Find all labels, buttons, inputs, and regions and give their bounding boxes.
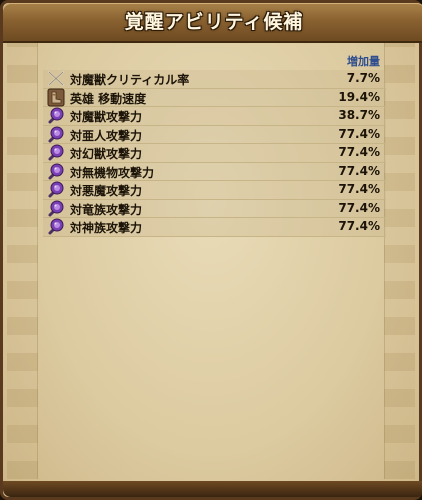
crossed-swords-icon (46, 69, 66, 88)
right-ornament (384, 43, 415, 479)
ability-panel: 増加量 対魔獣クリティカル率 7.7% 英雄 移動速度 19.4% 対魔獣攻撃力 38.7… (43, 45, 386, 237)
ability-value: 77.4% (338, 126, 380, 141)
ability-row: 対悪魔攻撃力 77.4% (43, 181, 386, 200)
ability-label: 対亜人攻撃力 (70, 128, 143, 143)
ability-list: 対魔獣クリティカル率 7.7% 英雄 移動速度 19.4% 対魔獣攻撃力 38.7% 対亜人… (43, 70, 386, 237)
purple-gem-sword-icon (46, 162, 66, 181)
ability-row: 英雄 移動速度 19.4% (43, 88, 386, 107)
purple-gem-sword-icon (46, 125, 66, 144)
ability-label: 対悪魔攻撃力 (70, 184, 143, 198)
ability-value: 7.7% (346, 71, 380, 85)
ability-label: 対無機物攻撃力 (70, 165, 155, 180)
ability-row: 対竜族攻撃力 77.4% (43, 199, 386, 218)
column-header-increase: 増加量 (347, 55, 380, 68)
ability-label: 対竜族攻撃力 (70, 202, 143, 217)
purple-gem-sword-icon (46, 217, 66, 236)
ability-value: 77.4% (338, 163, 380, 178)
ability-label: 対神族攻撃力 (70, 221, 143, 235)
dialog-header: 覚醒アビリティ候補 (3, 3, 422, 43)
ability-label: 英雄 移動速度 (70, 91, 147, 106)
ability-row: 対神族攻撃力 77.4% (43, 218, 386, 237)
dialog-title: 覚醒アビリティ候補 (124, 11, 304, 33)
purple-gem-sword-icon (46, 180, 66, 199)
bottom-border (3, 481, 422, 497)
purple-gem-sword-icon (46, 143, 66, 162)
ability-value: 77.4% (338, 182, 380, 196)
left-ornament (7, 43, 38, 479)
ability-value: 77.4% (338, 200, 380, 215)
boots-icon (46, 88, 66, 107)
purple-gem-sword-icon (46, 106, 66, 125)
ability-row: 対無機物攻撃力 77.4% (43, 162, 386, 181)
ability-label: 対幻獣攻撃力 (70, 147, 143, 161)
ability-value: 77.4% (338, 145, 380, 159)
ability-label: 対魔獣攻撃力 (70, 110, 143, 124)
ability-row: 対亜人攻撃力 77.4% (43, 125, 386, 144)
ability-row: 対幻獣攻撃力 77.4% (43, 144, 386, 163)
ability-value: 19.4% (338, 89, 380, 104)
ability-row: 対魔獣攻撃力 38.7% (43, 107, 386, 126)
ability-value: 77.4% (338, 219, 380, 233)
ability-label: 対魔獣クリティカル率 (70, 73, 190, 87)
dialog-frame: 覚醒アビリティ候補 増加量 対魔獣クリティカル率 7.7% 英雄 移動速度 19.4%… (0, 0, 422, 500)
purple-gem-sword-icon (46, 199, 66, 218)
ability-value: 38.7% (338, 108, 380, 122)
ability-row: 対魔獣クリティカル率 7.7% (43, 70, 386, 89)
